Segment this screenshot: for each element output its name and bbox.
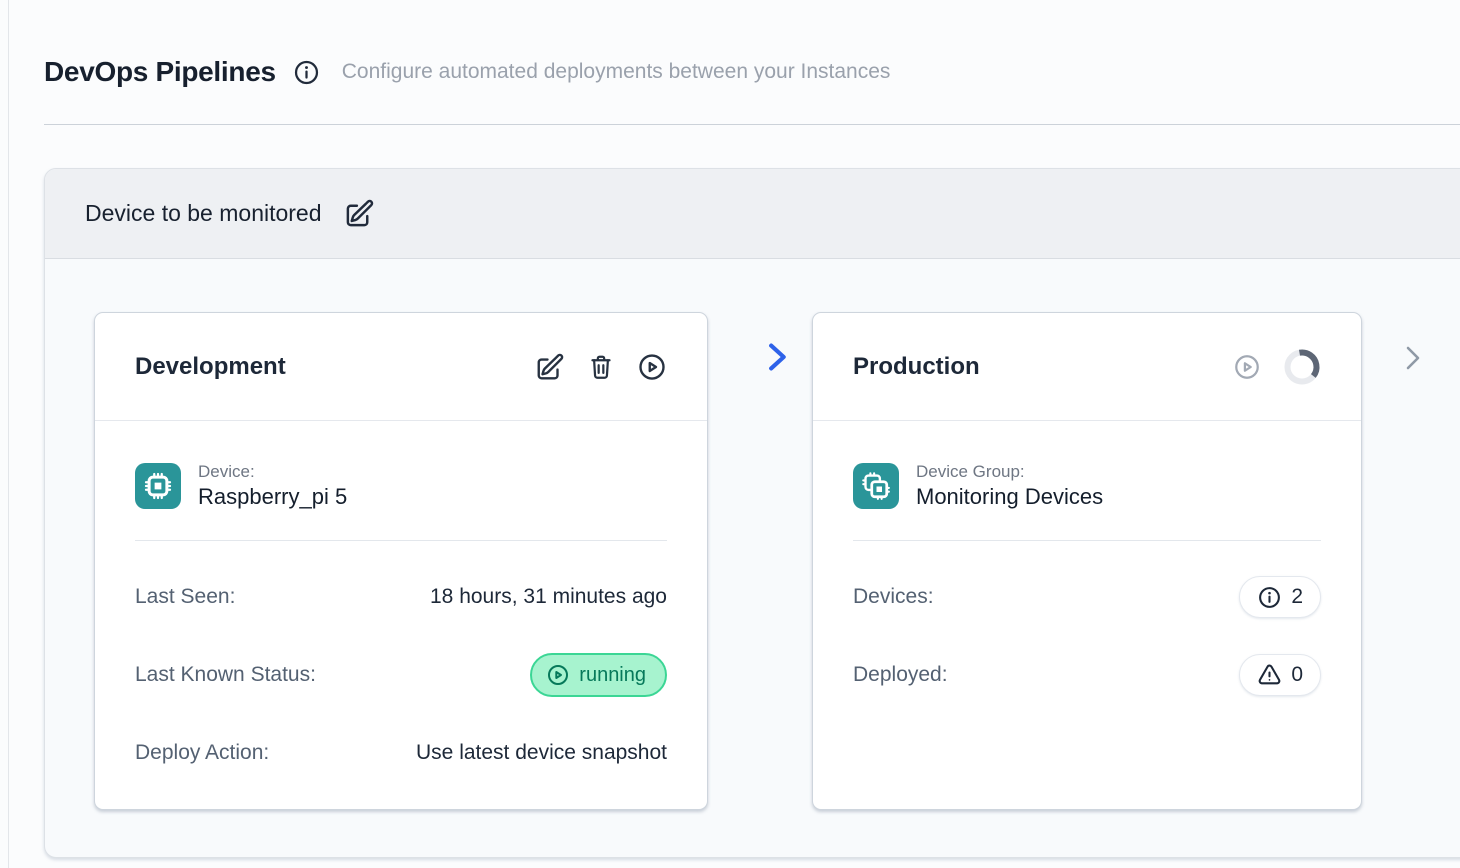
page-subtitle: Configure automated deployments between … [342, 60, 891, 84]
scroll-next-chevron-icon[interactable] [1400, 344, 1426, 372]
development-title: Development [135, 353, 286, 381]
page-left-border [8, 0, 9, 868]
pipeline-flow-chevron-icon [763, 341, 793, 373]
devices-count-pill[interactable]: 2 [1239, 576, 1321, 618]
loading-spinner-icon [1283, 348, 1321, 386]
edit-stage-icon[interactable] [535, 352, 565, 382]
page-header: DevOps Pipelines Configure automated dep… [44, 56, 890, 88]
device-text: Device: Raspberry_pi 5 [198, 462, 347, 510]
development-card-header: Development [95, 313, 707, 421]
deployed-row: Deployed: 0 [853, 653, 1321, 697]
header-divider [44, 124, 1460, 125]
deploy-action-label: Deploy Action: [135, 741, 269, 765]
deploy-action-value: Use latest device snapshot [416, 741, 667, 765]
devices-row: Devices: 2 [853, 575, 1321, 619]
last-seen-label: Last Seen: [135, 585, 235, 609]
pipeline-panel-header: Device to be monitored [45, 169, 1460, 259]
last-seen-row: Last Seen: 18 hours, 31 minutes ago [135, 575, 667, 619]
production-card-header: Production [813, 313, 1361, 421]
panel-title: Device to be monitored [85, 200, 322, 227]
device-group-name: Monitoring Devices [916, 483, 1103, 510]
run-stage-disabled-icon[interactable] [1233, 353, 1261, 381]
production-card-body: Device Group: Monitoring Devices Devices… [813, 462, 1361, 697]
chip-group-icon [853, 463, 899, 509]
development-card-body: Device: Raspberry_pi 5 Last Seen: 18 hou… [95, 462, 707, 775]
last-known-status-label: Last Known Status: [135, 663, 316, 687]
status-badge-label: running [579, 664, 646, 687]
device-group-label: Device Group: [916, 462, 1103, 481]
device-group-text: Device Group: Monitoring Devices [916, 462, 1103, 510]
run-stage-icon[interactable] [637, 352, 667, 382]
play-circle-icon [546, 663, 570, 687]
deployed-label: Deployed: [853, 663, 948, 687]
devices-label: Devices: [853, 585, 934, 609]
info-icon[interactable] [293, 59, 320, 86]
card-divider [853, 540, 1321, 541]
info-icon [1257, 585, 1282, 610]
device-row: Device: Raspberry_pi 5 [135, 462, 667, 510]
last-seen-value: 18 hours, 31 minutes ago [430, 585, 667, 609]
chip-icon [135, 463, 181, 509]
development-card: Development [94, 312, 708, 810]
device-name: Raspberry_pi 5 [198, 483, 347, 510]
deployed-count-pill[interactable]: 0 [1239, 654, 1321, 696]
production-card: Production [812, 312, 1362, 810]
status-badge: running [530, 653, 667, 697]
delete-stage-icon[interactable] [587, 353, 615, 381]
deploy-action-row: Deploy Action: Use latest device snapsho… [135, 731, 667, 775]
warning-triangle-icon [1257, 663, 1282, 688]
page-title: DevOps Pipelines [44, 56, 276, 88]
device-group-row: Device Group: Monitoring Devices [853, 462, 1321, 510]
production-actions [1233, 348, 1321, 386]
last-known-status-row: Last Known Status: running [135, 653, 667, 697]
devices-count: 2 [1291, 585, 1303, 609]
edit-pipeline-icon[interactable] [344, 198, 375, 229]
device-label: Device: [198, 462, 347, 481]
card-divider [135, 540, 667, 541]
development-actions [535, 352, 667, 382]
production-title: Production [853, 353, 980, 381]
deployed-count: 0 [1291, 663, 1303, 687]
